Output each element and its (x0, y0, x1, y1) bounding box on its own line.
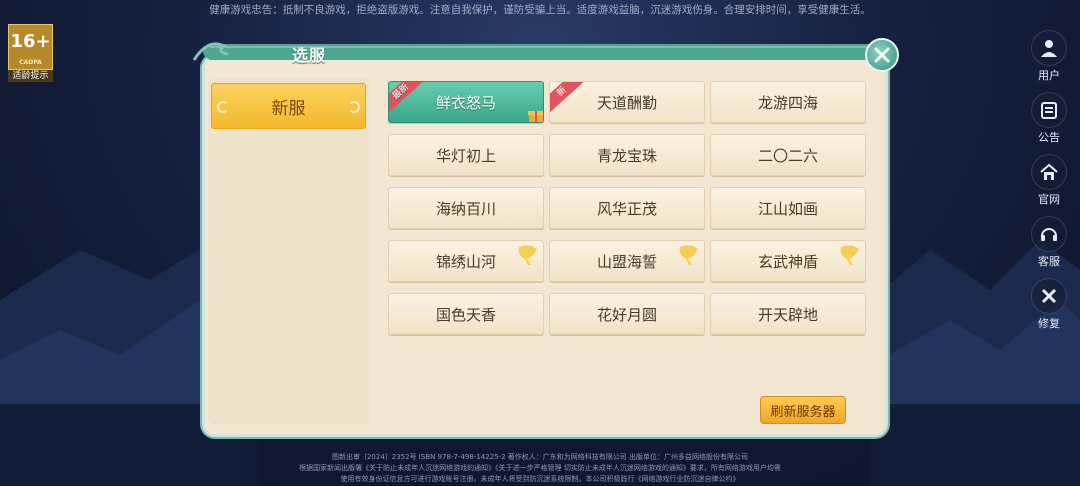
age-rating: 16+ (10, 31, 51, 52)
server-name: 玄武神盾 (757, 252, 818, 271)
server-name: 山盟海誓 (596, 252, 657, 271)
server-name: 国色天香 (435, 305, 496, 324)
age-rating-org: CADPA (19, 59, 42, 66)
server-name: 海纳百川 (435, 199, 496, 218)
server-name: 青龙宝珠 (596, 146, 657, 165)
server-name: 江山如画 (757, 199, 818, 218)
server-item[interactable]: 锦绣山河 (388, 240, 544, 282)
server-category-list (208, 78, 370, 424)
close-button[interactable] (865, 38, 899, 72)
home-icon (1031, 154, 1067, 190)
gift-icon (528, 111, 543, 122)
headset-icon (1031, 216, 1067, 252)
server-item[interactable]: 青龙宝珠 (549, 134, 705, 176)
server-name: 龙游四海 (757, 93, 818, 112)
server-item[interactable]: 海纳百川 (388, 187, 544, 229)
repair-icon (1031, 278, 1067, 314)
server-name: 二〇二六 (757, 146, 818, 165)
close-icon (874, 47, 890, 63)
server-name: 鲜衣怒马 (435, 93, 496, 112)
server-item[interactable]: 山盟海誓 (549, 240, 705, 282)
server-item[interactable]: 风华正茂 (549, 187, 705, 229)
new-ribbon: 新 (550, 82, 588, 116)
server-grid: 最新 鲜衣怒马 新 天道酬勤 龙游四海 华灯初上 青龙宝珠 二〇二六 海纳百川 … (388, 81, 868, 335)
tab-new-servers[interactable]: 新服 (211, 83, 366, 129)
user-label: 用户 (1038, 69, 1060, 82)
server-name: 风华正茂 (596, 199, 657, 218)
user-button[interactable]: 用户 (1028, 30, 1070, 92)
side-menu: 用户 公告 官网 客服 修复 (1028, 30, 1070, 340)
server-item[interactable]: 新 天道酬勤 (549, 81, 705, 123)
support-button[interactable]: 客服 (1028, 216, 1070, 278)
server-item[interactable]: 国色天香 (388, 293, 544, 335)
ginkgo-leaf-icon (679, 245, 698, 265)
server-name: 锦绣山河 (435, 252, 496, 271)
server-name: 开天辟地 (757, 305, 818, 324)
age-rating-badge[interactable]: 16+ CADPA 适龄提示 (8, 24, 55, 82)
health-notice: 健康游戏忠告：抵制不良游戏，拒绝盗版游戏。注意自我保护，谨防受骗上当。适度游戏益… (209, 4, 871, 16)
server-name: 华灯初上 (435, 146, 496, 165)
notice-icon (1031, 92, 1067, 128)
user-icon (1031, 30, 1067, 66)
server-item[interactable]: 二〇二六 (710, 134, 866, 176)
notice-label: 公告 (1038, 131, 1060, 144)
server-item[interactable]: 龙游四海 (710, 81, 866, 123)
server-item[interactable]: 花好月圆 (549, 293, 705, 335)
repair-label: 修复 (1038, 317, 1060, 330)
newest-ribbon: 最新 (389, 82, 427, 116)
refresh-servers-button[interactable]: 刷新服务器 (760, 396, 846, 424)
footer-line-2: 根据国家新闻出版署《关于防止未成年人沉迷网络游戏的通知》《关于进一步严格管理 切… (299, 464, 781, 472)
server-item[interactable]: 最新 鲜衣怒马 (388, 81, 544, 123)
ginkgo-leaf-icon (518, 245, 537, 265)
server-name: 花好月圆 (596, 305, 657, 324)
footer-line-3: 使用有效身份证信息方可进行游戏账号注册。未成年人将受到防沉迷系统限制。本公司积极… (340, 475, 740, 483)
server-item[interactable]: 玄武神盾 (710, 240, 866, 282)
website-label: 官网 (1038, 193, 1060, 206)
ginkgo-leaf-icon (840, 245, 859, 265)
server-item[interactable]: 华灯初上 (388, 134, 544, 176)
age-rating-box: 16+ CADPA (8, 24, 53, 70)
repair-button[interactable]: 修复 (1028, 278, 1070, 340)
server-name: 天道酬勤 (596, 93, 657, 112)
server-item[interactable]: 江山如画 (710, 187, 866, 229)
footer-legal: 图新出审〔2024〕2352号 ISBN 978-7-498-14225-2 著… (0, 452, 1080, 485)
dialog-title: 选服 (292, 46, 327, 65)
age-rating-caption: 适龄提示 (8, 70, 53, 82)
support-label: 客服 (1038, 255, 1060, 268)
website-button[interactable]: 官网 (1028, 154, 1070, 216)
notice-button[interactable]: 公告 (1028, 92, 1070, 154)
footer-line-1: 图新出审〔2024〕2352号 ISBN 978-7-498-14225-2 著… (331, 453, 749, 461)
server-item[interactable]: 开天辟地 (710, 293, 866, 335)
